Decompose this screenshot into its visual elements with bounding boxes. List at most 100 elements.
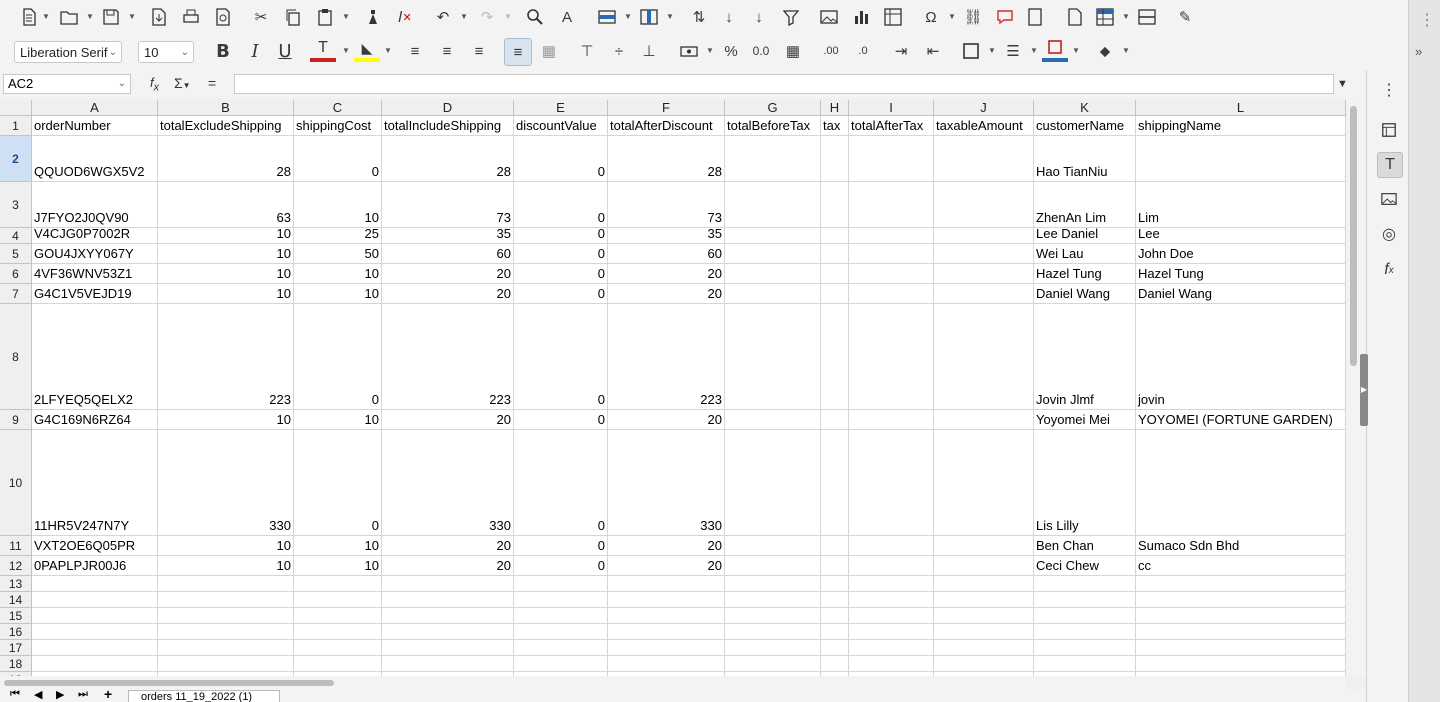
- print-icon[interactable]: [178, 4, 204, 30]
- cell-L6[interactable]: Hazel Tung: [1136, 264, 1346, 283]
- cell-A2[interactable]: QQUOD6WGX5V2: [32, 136, 158, 181]
- column-header-I[interactable]: I: [849, 100, 934, 116]
- cell-I7[interactable]: [849, 284, 934, 303]
- clone-formatting-icon[interactable]: [360, 4, 386, 30]
- cell-D16[interactable]: [382, 624, 514, 639]
- expand-toolbar-icon[interactable]: »: [1415, 44, 1422, 59]
- underline-icon[interactable]: U: [272, 38, 298, 64]
- paste-icon[interactable]: [312, 4, 338, 30]
- function-wizard-icon[interactable]: fx: [150, 75, 159, 94]
- name-box[interactable]: AC2 ⌄: [3, 74, 131, 94]
- cell-B12[interactable]: 10: [158, 556, 294, 575]
- sum-icon[interactable]: Σ▼: [174, 75, 191, 91]
- properties-icon[interactable]: [1377, 118, 1401, 142]
- cell-H2[interactable]: [821, 136, 849, 181]
- more-options-icon[interactable]: ⋮: [1419, 10, 1435, 30]
- horizontal-scroll-thumb[interactable]: [4, 680, 334, 686]
- cell-L15[interactable]: [1136, 608, 1346, 623]
- column-header-F[interactable]: F: [608, 100, 725, 116]
- first-sheet-icon[interactable]: ⏮: [10, 688, 20, 701]
- cell-D8[interactable]: 223: [382, 304, 514, 409]
- cell-H13[interactable]: [821, 576, 849, 591]
- cell-K13[interactable]: [1034, 576, 1136, 591]
- cell-A1[interactable]: orderNumber: [32, 116, 158, 135]
- cell-K2[interactable]: Hao TianNiu: [1034, 136, 1136, 181]
- show-draw-functions-icon[interactable]: ✎: [1172, 4, 1198, 30]
- define-print-area-icon[interactable]: [1062, 4, 1088, 30]
- column-header-G[interactable]: G: [725, 100, 821, 116]
- cell-B3[interactable]: 63: [158, 182, 294, 227]
- cell-D6[interactable]: 20: [382, 264, 514, 283]
- cell-E12[interactable]: 0: [514, 556, 608, 575]
- cell-E2[interactable]: 0: [514, 136, 608, 181]
- font-color-icon[interactable]: T: [310, 38, 336, 62]
- row-header[interactable]: 5: [0, 244, 32, 264]
- cell-J2[interactable]: [934, 136, 1034, 181]
- cell-B16[interactable]: [158, 624, 294, 639]
- column-header-D[interactable]: D: [382, 100, 514, 116]
- spreadsheet-grid[interactable]: A B C D E F G H I J K L 1 orderNumber totalExcludeShip…: [0, 100, 1346, 676]
- cell-A14[interactable]: [32, 592, 158, 607]
- border-color-icon[interactable]: [1042, 38, 1068, 62]
- cell-B6[interactable]: 10: [158, 264, 294, 283]
- cell-L5[interactable]: John Doe: [1136, 244, 1346, 263]
- center-vertically-icon[interactable]: ÷: [606, 38, 632, 64]
- cell-I12[interactable]: [849, 556, 934, 575]
- cell-G17[interactable]: [725, 640, 821, 655]
- cell-C1[interactable]: shippingCost: [294, 116, 382, 135]
- cell-F8[interactable]: 223: [608, 304, 725, 409]
- cell-D3[interactable]: 73: [382, 182, 514, 227]
- cell-J12[interactable]: [934, 556, 1034, 575]
- hyperlink-icon[interactable]: ⛓: [960, 4, 986, 30]
- open-dropdown-caret[interactable]: ▼: [86, 12, 94, 21]
- cell-D17[interactable]: [382, 640, 514, 655]
- cell-A18[interactable]: [32, 656, 158, 671]
- cell-A9[interactable]: G4C169N6RZ64: [32, 410, 158, 429]
- row-header[interactable]: 18: [0, 656, 32, 672]
- cell-K18[interactable]: [1034, 656, 1136, 671]
- cell-G14[interactable]: [725, 592, 821, 607]
- row-header[interactable]: 9: [0, 410, 32, 430]
- align-bottom-icon[interactable]: ⊥: [636, 38, 662, 64]
- cell-K15[interactable]: [1034, 608, 1136, 623]
- cell-F3[interactable]: 73: [608, 182, 725, 227]
- cell-F18[interactable]: [608, 656, 725, 671]
- select-all-corner[interactable]: [0, 100, 32, 116]
- cell-B9[interactable]: 10: [158, 410, 294, 429]
- cell-G5[interactable]: [725, 244, 821, 263]
- cell-G7[interactable]: [725, 284, 821, 303]
- conditional-dropdown-caret[interactable]: ▼: [1122, 46, 1130, 55]
- cell-B4[interactable]: 10: [158, 228, 294, 243]
- vertical-scroll-thumb[interactable]: [1350, 106, 1357, 366]
- gallery-icon[interactable]: [1377, 187, 1401, 211]
- cell-L16[interactable]: [1136, 624, 1346, 639]
- row-header[interactable]: 6: [0, 264, 32, 284]
- cell-K4[interactable]: Lee Daniel: [1034, 228, 1136, 243]
- cell-I9[interactable]: [849, 410, 934, 429]
- decrease-indent-icon[interactable]: ⇤: [920, 38, 946, 64]
- borders-icon[interactable]: [958, 38, 984, 64]
- cell-D14[interactable]: [382, 592, 514, 607]
- cell-I5[interactable]: [849, 244, 934, 263]
- border-color-dropdown-caret[interactable]: ▼: [1072, 46, 1080, 55]
- undo-icon[interactable]: ↶: [430, 4, 456, 30]
- column-header-J[interactable]: J: [934, 100, 1034, 116]
- cell-J17[interactable]: [934, 640, 1034, 655]
- insert-image-icon[interactable]: [816, 4, 842, 30]
- cell-E16[interactable]: [514, 624, 608, 639]
- sheet-tab[interactable]: orders 11_19_2022 (1): [128, 690, 280, 702]
- cell-A5[interactable]: GOU4JXYY067Y: [32, 244, 158, 263]
- cell-I10[interactable]: [849, 430, 934, 535]
- row-icon[interactable]: [594, 4, 620, 30]
- font-size-select[interactable]: 10 ⌄: [138, 41, 194, 63]
- navigator-icon[interactable]: ◎: [1377, 222, 1401, 246]
- next-sheet-icon[interactable]: ▶: [56, 688, 64, 701]
- cell-F1[interactable]: totalAfterDiscount: [608, 116, 725, 135]
- cell-A4[interactable]: V4CJG0P7002R: [32, 228, 158, 243]
- conditional-format-icon[interactable]: ⬥: [1092, 38, 1118, 64]
- cell-F6[interactable]: 20: [608, 264, 725, 283]
- cell-E18[interactable]: [514, 656, 608, 671]
- cell-F4[interactable]: 35: [608, 228, 725, 243]
- cell-E10[interactable]: 0: [514, 430, 608, 535]
- redo-dropdown-caret[interactable]: ▼: [504, 12, 512, 21]
